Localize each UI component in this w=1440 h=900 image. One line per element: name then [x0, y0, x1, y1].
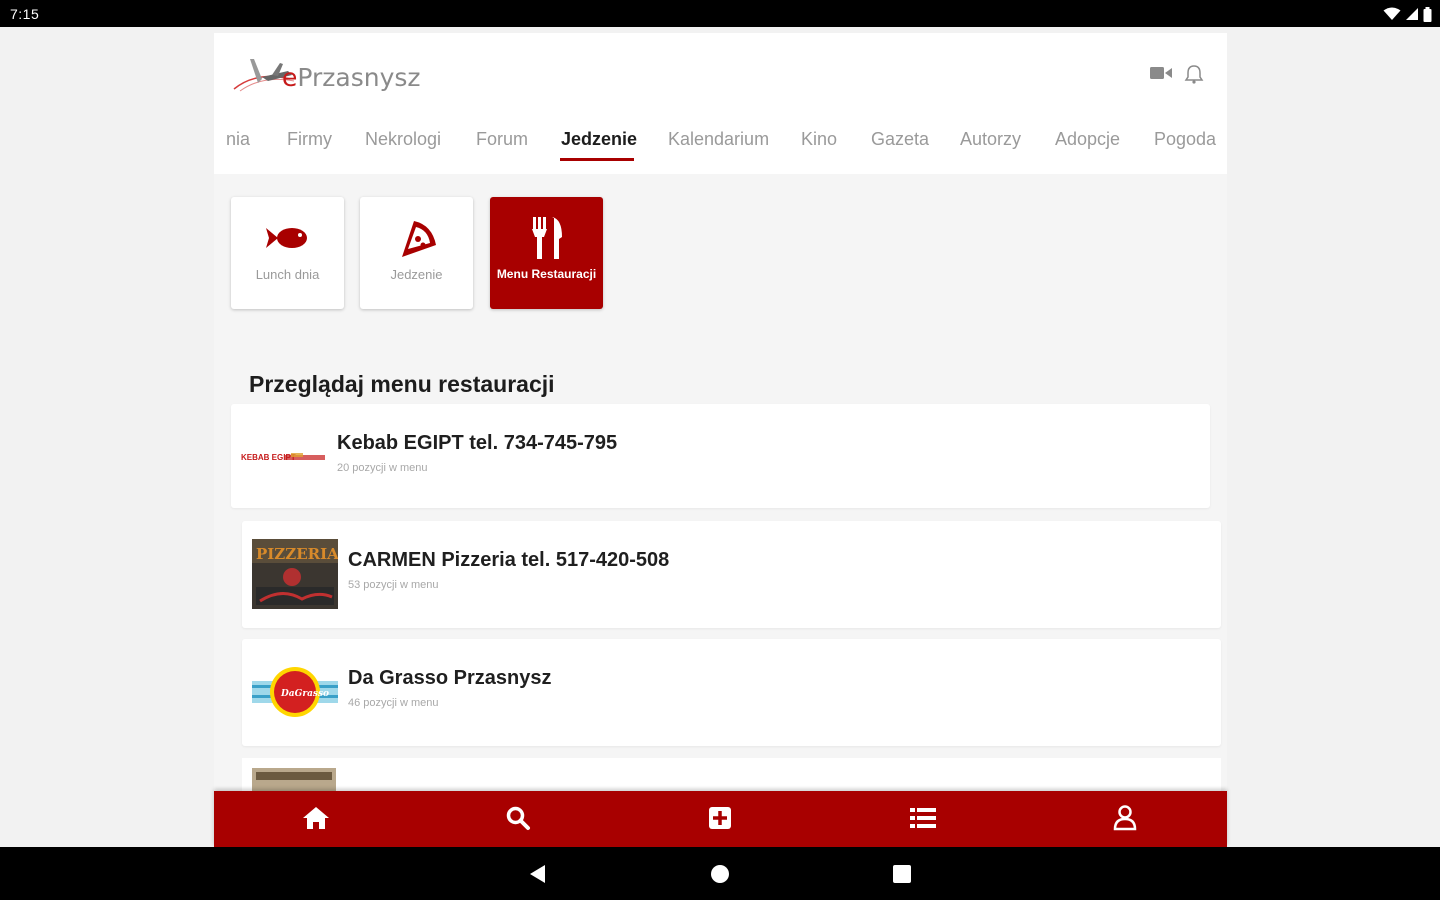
nav-item-nekrologi[interactable]: Nekrologi	[365, 129, 441, 150]
home-icon[interactable]	[300, 803, 332, 833]
nav-item-partial[interactable]: nia	[226, 129, 250, 150]
menu-item-count: 20 pozycji w menu	[337, 462, 428, 474]
nav-item-forum[interactable]: Forum	[476, 129, 528, 150]
category-tile-lunch[interactable]: Lunch dnia	[231, 197, 344, 309]
recents-icon[interactable]	[891, 863, 913, 885]
svg-text:PIZZERIA Carmen: PIZZERIA Carmen	[256, 545, 338, 563]
restaurant-logo: DaGrasso	[252, 657, 338, 727]
app-header: ePrzasnysz nia Firmy Nekrologi Forum Jed…	[214, 33, 1227, 174]
menu-item-count: 46 pozycji w menu	[348, 697, 439, 709]
back-icon[interactable]	[527, 863, 549, 885]
nav-item-pogoda[interactable]: Pogoda	[1154, 129, 1216, 150]
pizza-icon	[360, 215, 473, 261]
user-icon[interactable]	[1109, 803, 1141, 833]
search-icon[interactable]	[502, 803, 534, 833]
nav-item-kalendarium[interactable]: Kalendarium	[668, 129, 769, 150]
nav-item-adopcje[interactable]: Adopcje	[1055, 129, 1120, 150]
restaurant-name: Da Grasso Przasnysz	[348, 667, 552, 689]
tile-label: Menu Restauracji	[496, 267, 597, 281]
system-icons	[1383, 6, 1432, 22]
nav-item-autorzy[interactable]: Autorzy	[960, 129, 1021, 150]
restaurant-card-kebab-egipt[interactable]: KEBAB EGIPT Kebab EGIPT tel. 734-745-795…	[231, 404, 1210, 508]
signal-icon	[1406, 8, 1418, 20]
header-actions	[1149, 63, 1207, 84]
restaurant-logo: PIZZERIA Carmen	[252, 539, 410, 609]
app-container: ePrzasnysz nia Firmy Nekrologi Forum Jed…	[214, 33, 1227, 847]
active-tab-indicator	[560, 158, 634, 161]
logo-wordmark: ePrzasnysz	[282, 63, 421, 92]
battery-icon	[1423, 6, 1432, 22]
status-time: 7:15	[10, 6, 40, 22]
fork-knife-icon	[490, 215, 603, 261]
nav-item-gazeta[interactable]: Gazeta	[871, 129, 929, 150]
system-navigation-bar	[0, 847, 1440, 900]
video-icon[interactable]	[1149, 63, 1173, 83]
nav-item-jedzenie[interactable]: Jedzenie	[561, 129, 637, 150]
category-tile-jedzenie[interactable]: Jedzenie	[360, 197, 473, 309]
tile-label: Jedzenie	[390, 267, 443, 282]
section-title: Przeglądaj menu restauracji	[249, 371, 555, 397]
restaurant-card-carmen-pizzeria[interactable]: PIZZERIA Carmen CARMEN Pizzeria tel. 517…	[242, 521, 1221, 628]
nav-item-kino[interactable]: Kino	[801, 129, 837, 150]
category-tile-menu-restauracji[interactable]: Menu Restauracji	[490, 197, 603, 309]
status-bar: 7:15	[0, 0, 1440, 27]
list-icon[interactable]	[907, 803, 939, 833]
restaurant-card-da-grasso[interactable]: DaGrasso Da Grasso Przasnysz 46 pozycji …	[242, 639, 1221, 746]
restaurant-name: CARMEN Pizzeria tel. 517-420-508	[348, 549, 670, 571]
svg-text:DaGrasso: DaGrasso	[280, 689, 329, 699]
bell-icon[interactable]	[1183, 63, 1207, 84]
nav-item-firmy[interactable]: Firmy	[287, 129, 332, 150]
wifi-icon	[1383, 7, 1401, 20]
menu-item-count: 53 pozycji w menu	[348, 579, 439, 591]
add-box-icon[interactable]	[704, 803, 736, 833]
fish-icon	[231, 215, 344, 261]
tile-label: Lunch dnia	[255, 267, 320, 282]
restaurant-logo: KEBAB EGIPT	[241, 428, 327, 482]
bottom-navigation	[214, 791, 1227, 847]
home-circle-icon[interactable]	[709, 863, 731, 885]
category-nav: nia Firmy Nekrologi Forum Jedzenie Kalen…	[214, 123, 1227, 167]
restaurant-name: Kebab EGIPT tel. 734-745-795	[337, 432, 618, 454]
